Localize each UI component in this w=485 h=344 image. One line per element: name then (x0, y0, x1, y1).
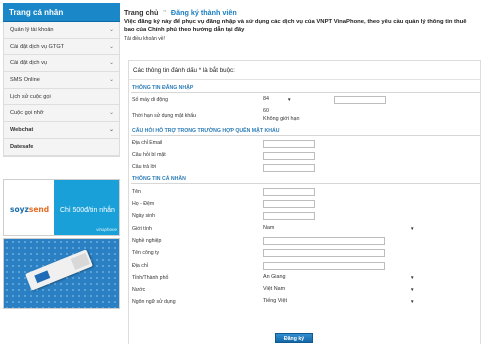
sidebar-menu: Quản lý tài khoản ⌄ Cài đặt dịch vụ GTGT… (3, 22, 120, 157)
section-login: THÔNG TIN ĐĂNG NHẬP (131, 85, 480, 93)
country-label: Nước (132, 287, 146, 293)
company-input[interactable] (263, 249, 385, 257)
answer-input[interactable] (263, 164, 315, 172)
language-label: Ngôn ngữ sử dụng (132, 299, 176, 305)
name-input[interactable] (263, 188, 315, 196)
phone-prefix-select[interactable]: 84 ▼ (263, 96, 295, 102)
sidebar-item-account[interactable]: Quản lý tài khoản ⌄ (4, 22, 119, 39)
dropdown-arrow-icon: ▼ (410, 299, 415, 304)
address-label: Địa chỉ (132, 263, 148, 269)
dropdown-arrow-icon: ▼ (410, 226, 415, 231)
intro-text: Việc đăng ký này để phục vụ đăng nhập và… (124, 19, 467, 33)
sidebar-item-service-settings[interactable]: Cài đặt dịch vụ ⌄ (4, 55, 119, 73)
sms-price-text: Chỉ 500đ/tin nhắn (60, 207, 115, 214)
sms-promo-banner[interactable]: soyzsend Chỉ 500đ/tin nhắn vinaphone (3, 179, 120, 236)
gender-select[interactable]: Nam ▼ (263, 225, 415, 231)
divider (129, 79, 480, 80)
register-button[interactable]: Đăng ký (275, 333, 313, 343)
dropdown-arrow-icon: ▼ (410, 287, 415, 292)
registration-form: Các thông tin đánh dấu * là bắt buộc: TH… (128, 60, 481, 344)
sidebar-item-label: Quản lý tài khoản (10, 27, 54, 33)
sidebar-item-vas-settings[interactable]: Cài đặt dịch vụ GTGT ⌄ (4, 39, 119, 56)
sidebar-item-label: SMS Online (10, 77, 40, 84)
section-personal: THÔNG TIN CÁ NHÂN (131, 176, 480, 184)
email-input[interactable] (263, 140, 315, 148)
sidebar-item-datesafe[interactable]: Datesafe (4, 139, 119, 156)
required-note: Các thông tin đánh dấu * là bắt buộc: (133, 67, 235, 74)
section-recovery: CÂU HỎI HỖ TRỢ TRONG TRƯỜNG HỢP QUÊN MẬT… (131, 128, 480, 136)
chevron-down-icon: ⌄ (108, 110, 114, 117)
sidebar: Trang cá nhân Quản lý tài khoản ⌄ Cài đặ… (3, 3, 120, 341)
secret-question-input[interactable] (263, 152, 315, 160)
sidebar-item-label: Cài đặt dịch vụ GTGT (10, 43, 65, 50)
name-label: Tên (132, 189, 141, 195)
sidebar-item-label: Webchat (10, 127, 34, 134)
gender-label: Giới tính (132, 226, 152, 232)
breadcrumb: Trang chủ " Đăng ký thành viên (124, 8, 481, 17)
job-input[interactable] (263, 237, 385, 245)
email-label: Địa chỉ Email (132, 140, 163, 146)
job-label: Nghề nghiệp (132, 238, 162, 244)
dropdown-arrow-icon: ▼ (410, 275, 415, 280)
sidebar-item-label: Cài đặt dịch vụ (10, 60, 48, 67)
chevron-down-icon: ⌄ (108, 60, 114, 67)
chevron-down-icon: ⌄ (108, 77, 114, 84)
surname-input[interactable] (263, 200, 315, 208)
usb-promo-banner[interactable] (3, 238, 120, 309)
sidebar-item-sms-online[interactable]: SMS Online ⌄ (4, 72, 119, 89)
phone-number-input[interactable] (334, 96, 386, 104)
birthday-label: Ngày sinh (132, 213, 156, 219)
language-select[interactable]: Tiếng Việt ▼ (263, 298, 415, 304)
province-label: Tỉnh/Thành phố (132, 275, 169, 281)
breadcrumb-home[interactable]: Trang chủ (124, 8, 158, 17)
chevron-down-icon: ⌄ (108, 27, 114, 33)
sidebar-title: Trang cá nhân (3, 3, 120, 22)
sidebar-item-label: Cuộc gọi nhỡ (10, 110, 44, 117)
password-validity-value: 60 (263, 108, 269, 114)
province-select[interactable]: An Giang ▼ (263, 274, 415, 280)
password-validity-label: Thời hạn sử dụng mật khẩu (132, 113, 196, 119)
vinaphone-logo: vinaphone (96, 227, 117, 232)
breadcrumb-separator: " (163, 8, 166, 17)
soyzsend-logo: soyzsend (10, 205, 50, 214)
phone-label: Số máy di động (132, 97, 169, 103)
sidebar-item-webchat[interactable]: Webchat ⌄ (4, 122, 119, 139)
sidebar-item-label: Datesafe (10, 143, 34, 150)
answer-label: Câu trả lời (132, 164, 157, 170)
sidebar-item-missed-calls[interactable]: Cuộc gọi nhỡ ⌄ (4, 105, 119, 123)
password-validity-option[interactable]: Không giới hạn (263, 116, 300, 122)
sidebar-item-call-history[interactable]: Lịch sử cuộc gọi (4, 89, 119, 106)
country-select[interactable]: Việt Nam ▼ (263, 286, 415, 292)
chevron-down-icon: ⌄ (108, 43, 114, 50)
breadcrumb-current: Đăng ký thành viên (170, 8, 237, 17)
sidebar-item-label: Lịch sử cuộc gọi (10, 93, 51, 100)
dropdown-arrow-icon: ▼ (287, 97, 292, 102)
surname-label: Họ - Đệm (132, 201, 155, 207)
download-terms-link[interactable]: Tải điều khoản về! (124, 36, 481, 42)
company-label: Tên công ty (132, 250, 160, 256)
main-content: Trang chủ " Đăng ký thành viên Việc đăng k… (124, 8, 481, 344)
birthday-input[interactable] (263, 212, 315, 220)
address-input[interactable] (263, 262, 385, 270)
secret-question-label: Câu hỏi bí mật (132, 152, 166, 158)
chevron-down-icon: ⌄ (108, 127, 114, 134)
